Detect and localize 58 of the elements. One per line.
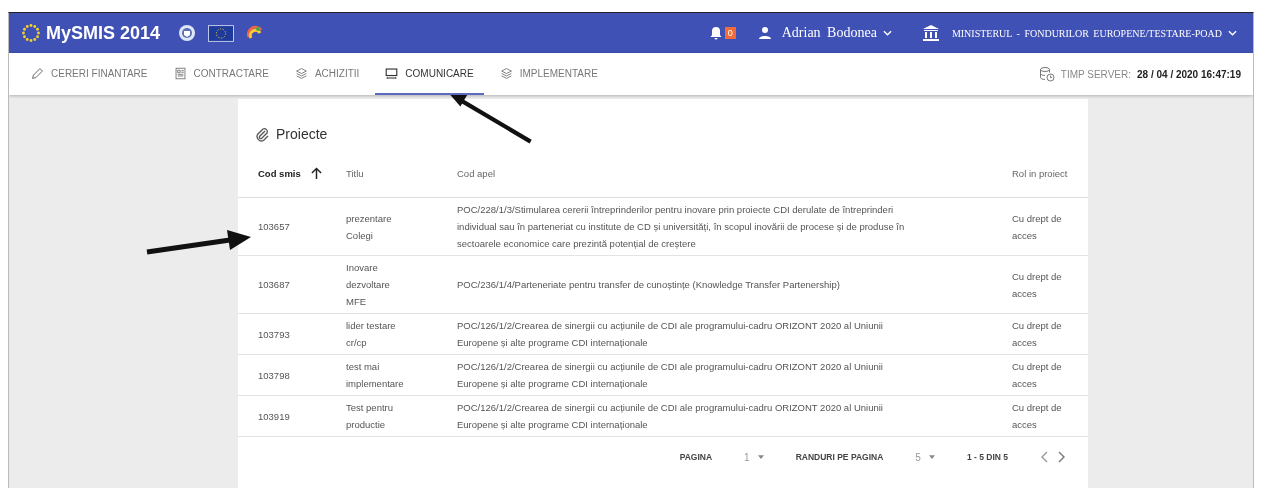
organization-menu[interactable]: MINISTERUL - FONDURILOR EUROPENE/TESTARE-POAD <box>951 27 1222 39</box>
table-cell: test mai implementare <box>346 361 404 389</box>
table-cell: Cu drept de acces <box>1012 270 1062 299</box>
column-header[interactable]: Rol in proiect <box>1012 167 1068 179</box>
emblem-icon <box>178 24 197 42</box>
rows-per-page-label: RANDURI PE PAGINA <box>795 452 884 462</box>
table-cell: Test pentru productie <box>346 402 393 430</box>
monitor-icon <box>385 66 399 80</box>
table-cell: POC/126/1/2/Crearea de sinergii cu acțiunile de CDI ale programului-cadru ORIZONT 2020 al Uniunii Europene și alte programe CDI internaționale <box>457 320 883 348</box>
previous-page-button[interactable] <box>1040 451 1048 463</box>
nav-tab[interactable]: COMUNICARE <box>375 53 484 95</box>
caret-icon <box>757 455 764 459</box>
document-icon <box>173 66 187 80</box>
layers-icon <box>294 66 308 80</box>
chevron-down-icon[interactable] <box>882 30 892 36</box>
table-cell: Cu drept de acces <box>1012 402 1062 430</box>
app-title: MySMIS 2014 <box>46 22 161 44</box>
server-time-label: TIMP SERVER: <box>1060 68 1131 80</box>
nav-tab[interactable]: IMPLEMENTARE <box>489 53 608 95</box>
card-title: Proiecte <box>276 126 328 142</box>
user-icon <box>757 26 772 40</box>
table-cell: 103687 <box>258 279 290 290</box>
eu-flag-icon <box>208 24 235 42</box>
pencil-icon <box>31 66 44 80</box>
paperclip-icon <box>254 126 270 142</box>
table-cell: 103919 <box>258 410 290 422</box>
table-cell: Cu drept de acces <box>1012 320 1062 348</box>
page-label: PAGINA <box>679 452 713 462</box>
user-menu[interactable]: Adrian Bodonea <box>781 25 877 41</box>
notification-badge: 0 <box>724 27 736 39</box>
bank-icon <box>921 24 940 42</box>
nav-tab[interactable]: CONTRACTARE <box>163 53 279 95</box>
table-cell: prezentare Colegi <box>346 212 392 241</box>
caret-icon <box>928 455 935 459</box>
database-clock-icon <box>1038 66 1055 82</box>
nav-tab[interactable]: ACHIZITII <box>284 53 370 95</box>
page-range: 1 - 5 DIN 5 <box>966 452 1008 462</box>
sort-arrow-up-icon[interactable] <box>310 166 322 180</box>
column-header[interactable]: Titlu <box>346 167 364 179</box>
table-cell: Inovare dezvoltare MFE <box>346 262 390 307</box>
table-cell: POC/236/1/4/Parteneriate pentru transfer de cunoștințe (Knowledge Transfer Partenership) <box>457 279 840 290</box>
server-time: 28 / 04 / 2020 16:47:19 <box>1137 68 1241 80</box>
next-page-button[interactable] <box>1058 451 1066 463</box>
table-cell: Cu drept de acces <box>1012 212 1062 241</box>
table-cell: Cu drept de acces <box>1012 361 1062 389</box>
table-cell: 103798 <box>258 369 290 381</box>
table-cell: 103793 <box>258 328 290 340</box>
column-header[interactable]: Cod apel <box>457 167 496 179</box>
table-cell: POC/126/1/2/Crearea de sinergii cu acțiunile de CDI ale programului-cadru ORIZONT 2020 al Uniunii Europene și alte programe CDI internaționale <box>457 361 883 389</box>
table-cell: POC/126/1/2/Crearea de sinergii cu acțiunile de CDI ale programului-cadru ORIZONT 2020 al Uniunii Europene și alte programe CDI internaționale <box>457 402 883 430</box>
layers-icon <box>499 66 513 80</box>
table-cell: POC/228/1/3/Stimularea cererii întreprinderilor pentru inovare prin proiecte CDI derulate de întreprinderi individual sau în parteneriat cu institute de CD și universități, în scopul inovării de procese și de produse în sectoarele economice care prezintă potențial de creștere <box>457 204 905 249</box>
nav-tab[interactable]: CERERI FINANTARE <box>31 53 158 95</box>
stars-logo-icon <box>21 23 41 43</box>
table-cell: lider testare cr/cp <box>346 320 396 348</box>
table-cell: 103657 <box>258 221 290 232</box>
column-header[interactable]: Cod smis <box>258 167 301 179</box>
chevron-down-icon[interactable] <box>1228 30 1237 36</box>
